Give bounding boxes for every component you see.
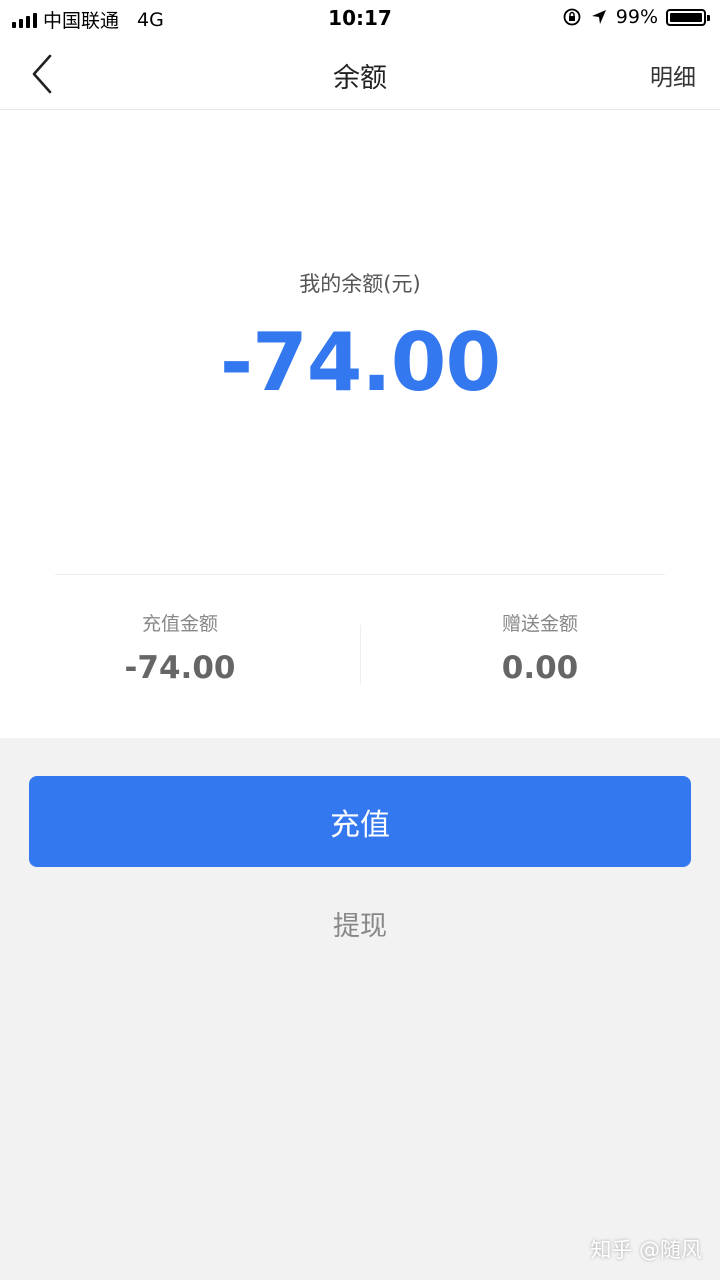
detail-link[interactable]: 明细	[650, 58, 696, 92]
bonus-amount-value: 0.00	[501, 650, 579, 686]
balance-card: 我的余额(元) -74.00 充值金额 -74.00 赠送金额 0.00	[0, 110, 720, 738]
balance-label: 我的余额(元)	[299, 272, 421, 296]
balance-amount: -74.00	[219, 316, 501, 409]
bonus-amount-label: 赠送金额	[501, 613, 578, 635]
watermark: 知乎 @随风	[590, 1238, 702, 1262]
nav-bar: 余额 明细	[0, 38, 720, 110]
page-title: 余额	[333, 63, 387, 94]
battery-icon	[666, 8, 710, 26]
recharge-amount-label: 充值金额	[141, 613, 218, 635]
recharge-button[interactable]: 充值	[29, 776, 691, 867]
withdraw-button[interactable]: 提现	[0, 904, 720, 943]
divider	[55, 574, 665, 575]
battery-percent: 99%	[615, 6, 658, 28]
location-icon	[591, 10, 606, 24]
status-bar: 中国联通 4G 10:17 99%	[0, 0, 720, 38]
orientation-lock-icon	[563, 8, 581, 26]
status-right: 99%	[562, 6, 710, 28]
recharge-amount-value: -74.00	[124, 650, 236, 686]
